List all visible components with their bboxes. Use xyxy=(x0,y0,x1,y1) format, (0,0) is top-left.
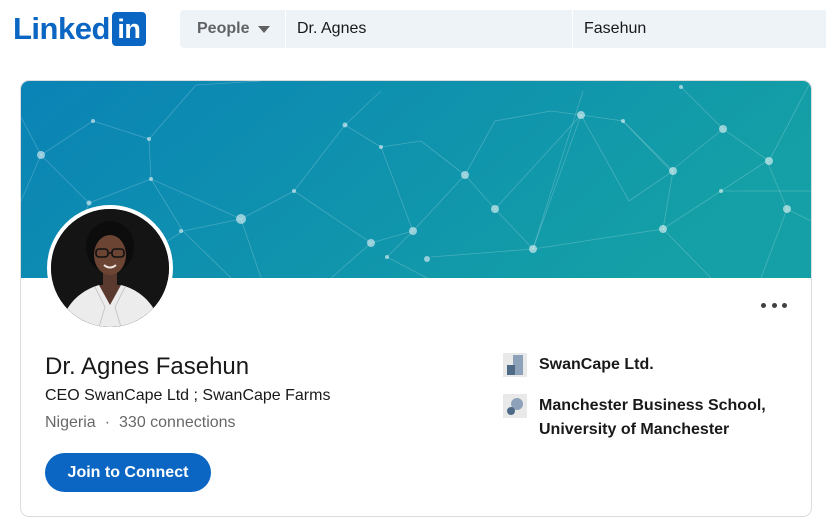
school-name-line2: University of Manchester xyxy=(539,421,730,438)
company-name: SwanCape Ltd. xyxy=(539,356,654,373)
top-navigation-bar: Linked in People xyxy=(0,0,826,58)
company-logo-icon xyxy=(503,353,527,377)
profile-photo[interactable] xyxy=(47,205,173,331)
ellipsis-icon-dot xyxy=(771,302,777,308)
school-logo-icon xyxy=(503,394,527,418)
caret-down-icon xyxy=(258,25,271,33)
school-name-line1: Manchester Business School, xyxy=(539,397,766,414)
people-search-bar: People xyxy=(180,10,826,48)
first-name-input[interactable] xyxy=(286,10,573,48)
meta-separator: · xyxy=(104,414,111,431)
profile-photo-image xyxy=(51,209,169,327)
join-to-connect-button[interactable]: Join to Connect xyxy=(45,453,211,492)
profile-location: Nigeria xyxy=(45,414,96,431)
logo-wordmark: Linked xyxy=(13,11,110,46)
profile-meta: Nigeria · 330 connections xyxy=(45,413,236,433)
profile-name: Dr. Agnes Fasehun xyxy=(45,353,250,380)
experience-item-school[interactable]: Manchester Business School, University o… xyxy=(503,394,766,442)
profile-card: Dr. Agnes Fasehun CEO SwanCape Ltd ; Swa… xyxy=(20,80,812,517)
more-options-button[interactable] xyxy=(761,299,787,311)
profile-headline: CEO SwanCape Ltd ; SwanCape Farms xyxy=(45,387,331,404)
search-category-dropdown[interactable]: People xyxy=(180,10,286,48)
experience-item-company[interactable]: SwanCape Ltd. xyxy=(503,353,654,377)
ellipsis-icon xyxy=(761,302,766,308)
last-name-input[interactable] xyxy=(573,10,826,48)
search-category-label: People xyxy=(197,20,250,37)
ellipsis-icon-dot xyxy=(782,302,787,308)
logo-in-box: in xyxy=(111,12,146,46)
school-name: Manchester Business School, University o… xyxy=(539,394,766,442)
linkedin-logo[interactable]: Linked in xyxy=(13,11,146,47)
profile-connections: 330 connections xyxy=(119,414,236,431)
